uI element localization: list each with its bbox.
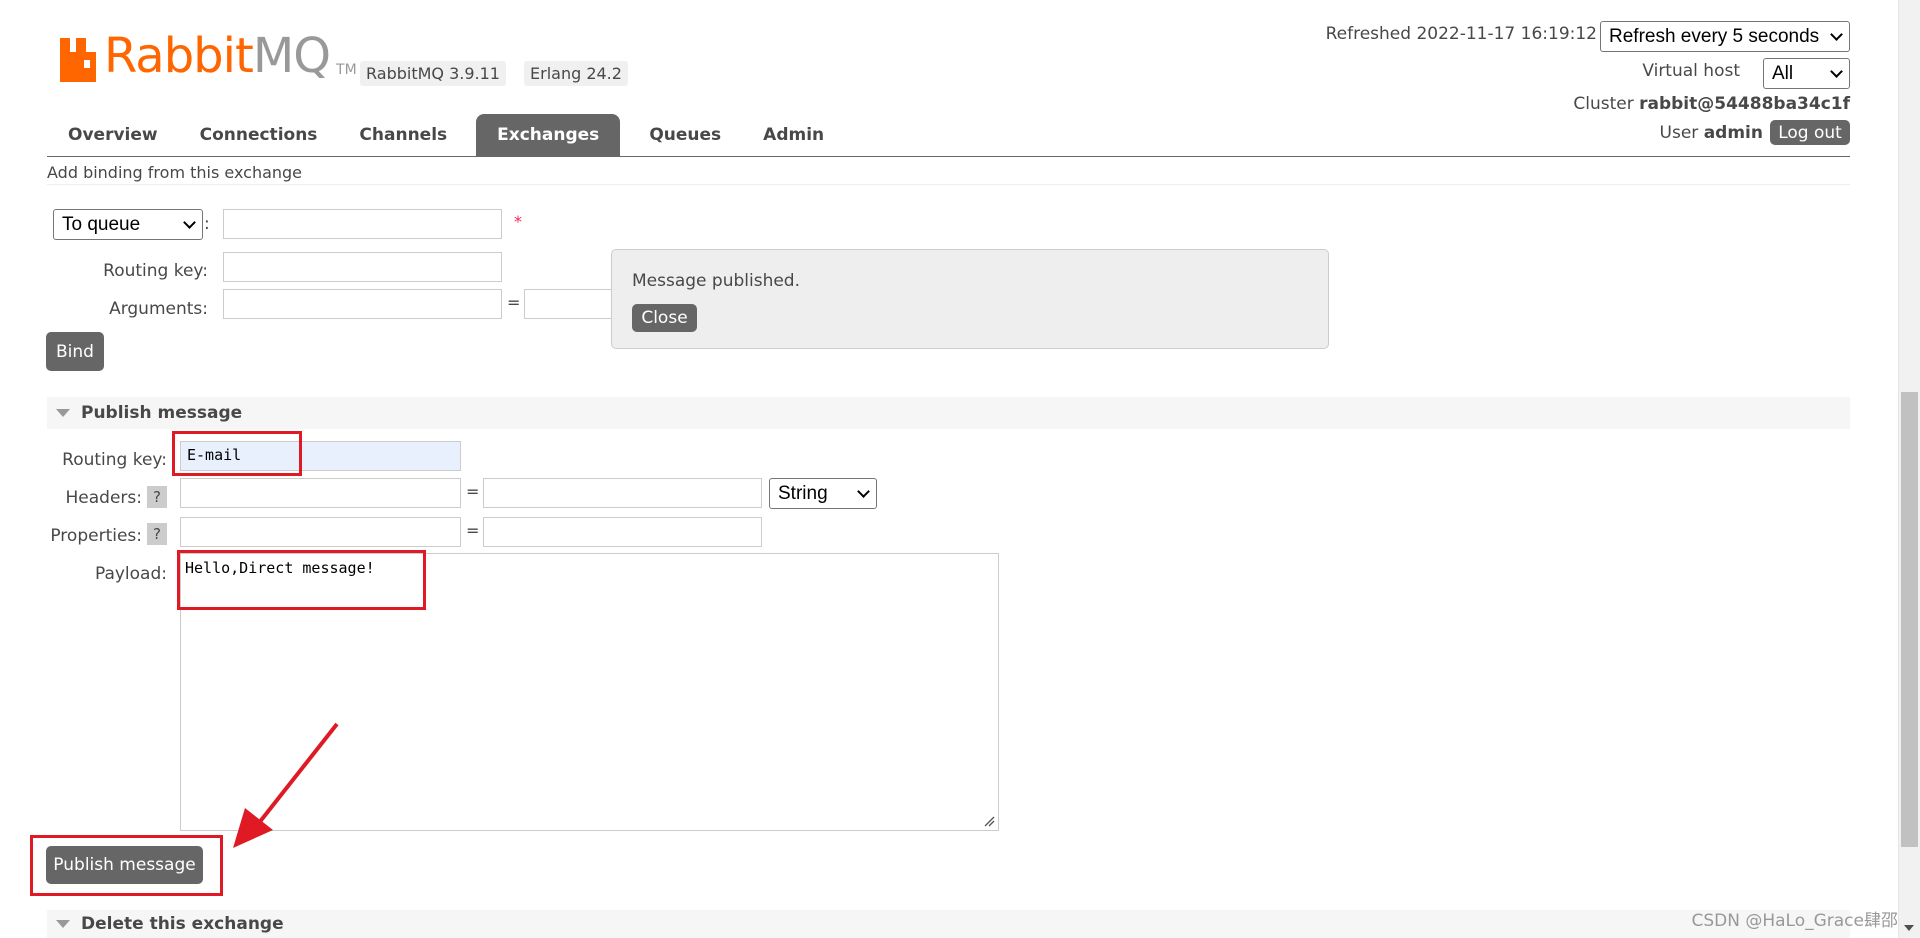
- chevron-down-icon: [183, 215, 196, 229]
- headers-label: Headers:: [65, 488, 142, 508]
- tab-divider: [47, 156, 1850, 157]
- payload-highlight-box: [177, 550, 426, 610]
- message-published-toast: Message published. Close: [611, 249, 1329, 349]
- resize-handle-icon[interactable]: [983, 815, 995, 827]
- scroll-down-arrow-icon[interactable]: [1904, 925, 1914, 931]
- refresh-interval-select[interactable]: Refresh every 5 seconds: [1600, 21, 1850, 52]
- bind-button[interactable]: Bind: [46, 332, 104, 371]
- tab-admin[interactable]: Admin: [742, 114, 845, 156]
- colon-separator: :: [204, 214, 210, 234]
- section-divider: [47, 184, 1850, 185]
- binding-arguments-label: Arguments:: [109, 299, 208, 319]
- delete-section-title: Delete this exchange: [81, 914, 284, 934]
- virtual-host-select[interactable]: All: [1763, 58, 1850, 89]
- main-nav-tabs: Overview Connections Channels Exchanges …: [47, 114, 845, 156]
- cluster-name: rabbit@54488ba34c1f: [1639, 94, 1850, 114]
- refresh-interval-value: Refresh every 5 seconds: [1609, 25, 1820, 47]
- version-badge: RabbitMQ 3.9.11: [360, 61, 506, 86]
- tab-connections[interactable]: Connections: [179, 114, 339, 156]
- binding-destination-value: To queue: [62, 213, 141, 235]
- equals-sign: =: [466, 482, 480, 501]
- binding-destination-select[interactable]: To queue: [53, 209, 203, 240]
- payload-label: Payload:: [94, 564, 167, 584]
- properties-help-icon[interactable]: ?: [147, 523, 167, 545]
- user-label: User: [1659, 122, 1699, 143]
- virtual-host-label: Virtual host: [1642, 61, 1740, 81]
- publish-section-title: Publish message: [81, 403, 243, 423]
- publish-routing-key-label: Routing key:: [62, 450, 167, 470]
- annotation-arrow-icon: [233, 722, 339, 848]
- logo-wordmark: RabbitMQ: [104, 28, 331, 84]
- tab-overview[interactable]: Overview: [47, 114, 179, 156]
- publish-button-highlight-box: [30, 835, 223, 896]
- tab-queues[interactable]: Queues: [628, 114, 742, 156]
- binding-section-title: Add binding from this exchange: [47, 163, 303, 182]
- binding-routing-key-label: Routing key:: [103, 261, 208, 281]
- user-info: User admin Log out: [1660, 120, 1850, 145]
- logo-trademark: TM: [336, 62, 357, 78]
- toast-close-button[interactable]: Close: [632, 304, 697, 332]
- tab-exchanges[interactable]: Exchanges: [476, 114, 621, 156]
- headers-help-icon[interactable]: ?: [147, 486, 167, 508]
- watermark: CSDN @HaLo_Grace肆邵: [1691, 911, 1898, 931]
- header-value-input[interactable]: [483, 478, 762, 508]
- erlang-badge: Erlang 24.2: [524, 61, 628, 86]
- rabbitmq-logo-icon: [60, 38, 98, 82]
- collapse-triangle-icon: [56, 920, 70, 928]
- binding-argument-key-input[interactable]: [223, 289, 502, 319]
- binding-routing-key-input[interactable]: [223, 252, 502, 282]
- cluster-info: Cluster rabbit@54488ba34c1f: [1573, 94, 1850, 114]
- logout-button[interactable]: Log out: [1770, 120, 1850, 145]
- collapse-triangle-icon: [56, 409, 70, 417]
- chevron-down-icon: [857, 484, 870, 498]
- equals-sign: =: [466, 521, 480, 540]
- toast-message: Message published.: [632, 271, 800, 291]
- routing-key-highlight-box: [172, 431, 302, 476]
- properties-label: Properties:: [50, 526, 142, 546]
- equals-sign: =: [507, 293, 521, 312]
- header-type-select[interactable]: String: [769, 478, 877, 509]
- publish-message-section-header[interactable]: Publish message: [47, 397, 1850, 429]
- property-value-input[interactable]: [483, 517, 762, 547]
- rabbitmq-logo[interactable]: RabbitMQ TM: [60, 30, 357, 82]
- chevron-down-icon: [1830, 64, 1843, 78]
- property-key-input[interactable]: [180, 517, 461, 547]
- virtual-host-value: All: [1772, 62, 1794, 84]
- binding-argument-value-input[interactable]: [524, 289, 614, 319]
- delete-exchange-section-header[interactable]: Delete this exchange: [47, 910, 1850, 938]
- scrollbar-thumb[interactable]: [1901, 392, 1918, 847]
- chevron-down-icon: [1830, 27, 1843, 41]
- required-mark: *: [514, 212, 522, 231]
- user-name: admin: [1703, 122, 1763, 143]
- refreshed-timestamp: Refreshed 2022-11-17 16:19:12: [1325, 24, 1597, 44]
- binding-destination-input[interactable]: [223, 209, 502, 239]
- header-type-value: String: [778, 482, 828, 504]
- tab-channels[interactable]: Channels: [338, 114, 468, 156]
- cluster-label: Cluster: [1573, 94, 1634, 114]
- header-key-input[interactable]: [180, 478, 461, 508]
